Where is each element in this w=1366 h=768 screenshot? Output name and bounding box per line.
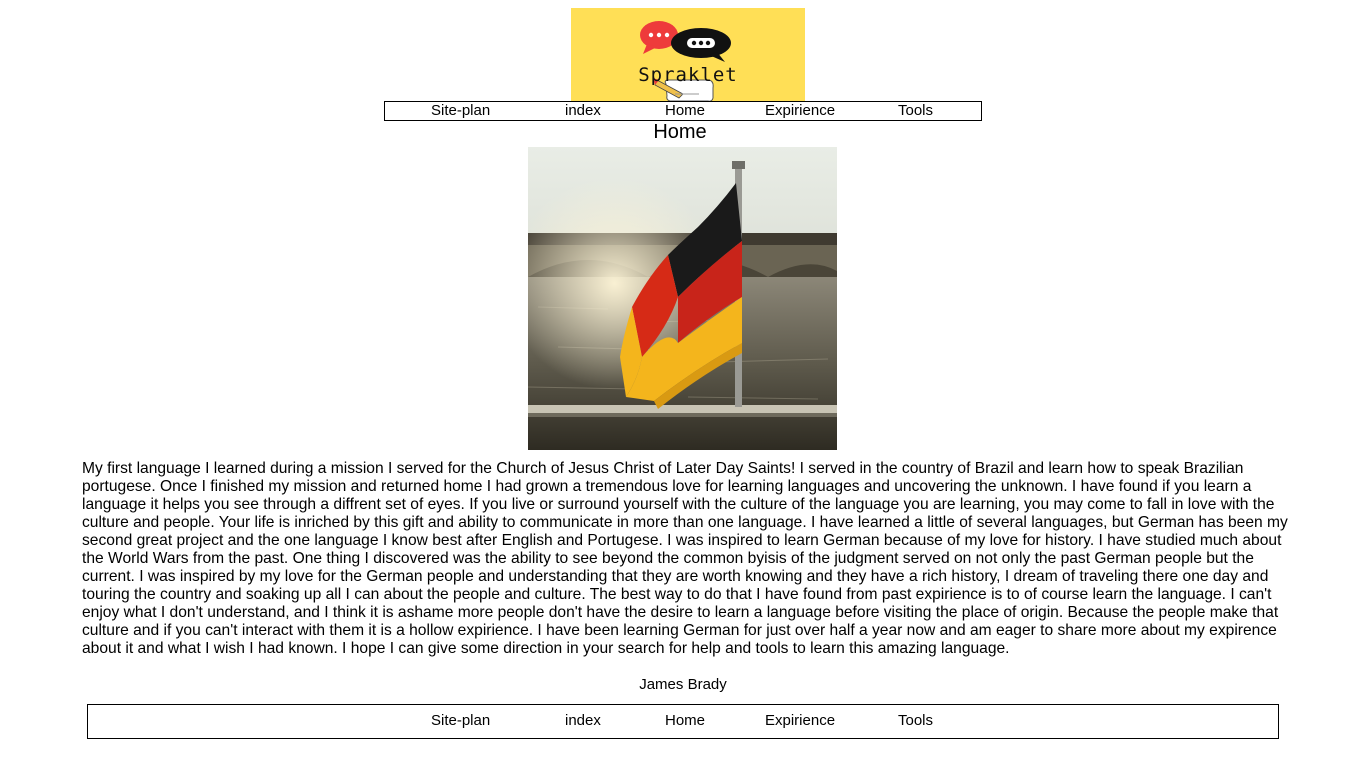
nav-link-expirience[interactable]: Expirience (765, 102, 835, 120)
nav-link-site-plan[interactable]: Site-plan (431, 102, 490, 120)
page-title: Home (653, 121, 707, 143)
site-logo: Spraklet (571, 8, 805, 102)
intro-paragraph: My first language I learned during a mis… (82, 460, 1288, 657)
footer-link-site-plan[interactable]: Site-plan (431, 712, 490, 730)
chat-bubble-red-icon (640, 21, 678, 54)
footer-link-expirience[interactable]: Expirience (765, 712, 835, 730)
logo-graphic (640, 21, 731, 102)
bottom-navigation: Site-plan index Home Expirience Tools (87, 704, 1279, 739)
top-navigation: Site-plan index Home Expirience Tools (384, 101, 982, 121)
nav-link-tools[interactable]: Tools (898, 102, 933, 120)
nav-link-index[interactable]: index (565, 102, 601, 120)
author-name: James Brady (639, 676, 727, 693)
nav-link-home[interactable]: Home (665, 102, 705, 120)
german-flag-photo (528, 147, 837, 450)
footer-link-index[interactable]: index (565, 712, 601, 730)
footer-link-home[interactable]: Home (665, 712, 705, 730)
footer-link-tools[interactable]: Tools (898, 712, 933, 730)
chat-bubble-black-icon (671, 28, 731, 62)
logo-wordmark: Spraklet (638, 64, 738, 86)
